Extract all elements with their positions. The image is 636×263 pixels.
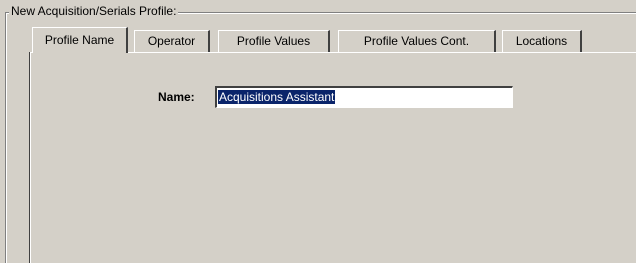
tab-profile-values[interactable]: Profile Values bbox=[218, 30, 330, 52]
name-input[interactable]: Acquisitions Assistant bbox=[215, 86, 513, 108]
name-label: Name: bbox=[158, 90, 195, 104]
tab-label: Operator bbox=[147, 34, 196, 48]
tab-label: Profile Name bbox=[44, 33, 115, 47]
groupbox-title: New Acquisition/Serials Profile: bbox=[9, 4, 179, 18]
tab-locations[interactable]: Locations bbox=[502, 30, 582, 52]
tab-profile-values-cont[interactable]: Profile Values Cont. bbox=[338, 30, 496, 52]
name-input-value: Acquisitions Assistant bbox=[218, 90, 336, 104]
tab-profile-name[interactable]: Profile Name bbox=[32, 27, 128, 53]
tab-label: Profile Values bbox=[236, 34, 311, 48]
tab-operator[interactable]: Operator bbox=[134, 30, 210, 52]
tab-panel bbox=[30, 52, 636, 263]
tab-label: Locations bbox=[515, 34, 568, 48]
tab-label: Profile Values Cont. bbox=[363, 34, 470, 48]
